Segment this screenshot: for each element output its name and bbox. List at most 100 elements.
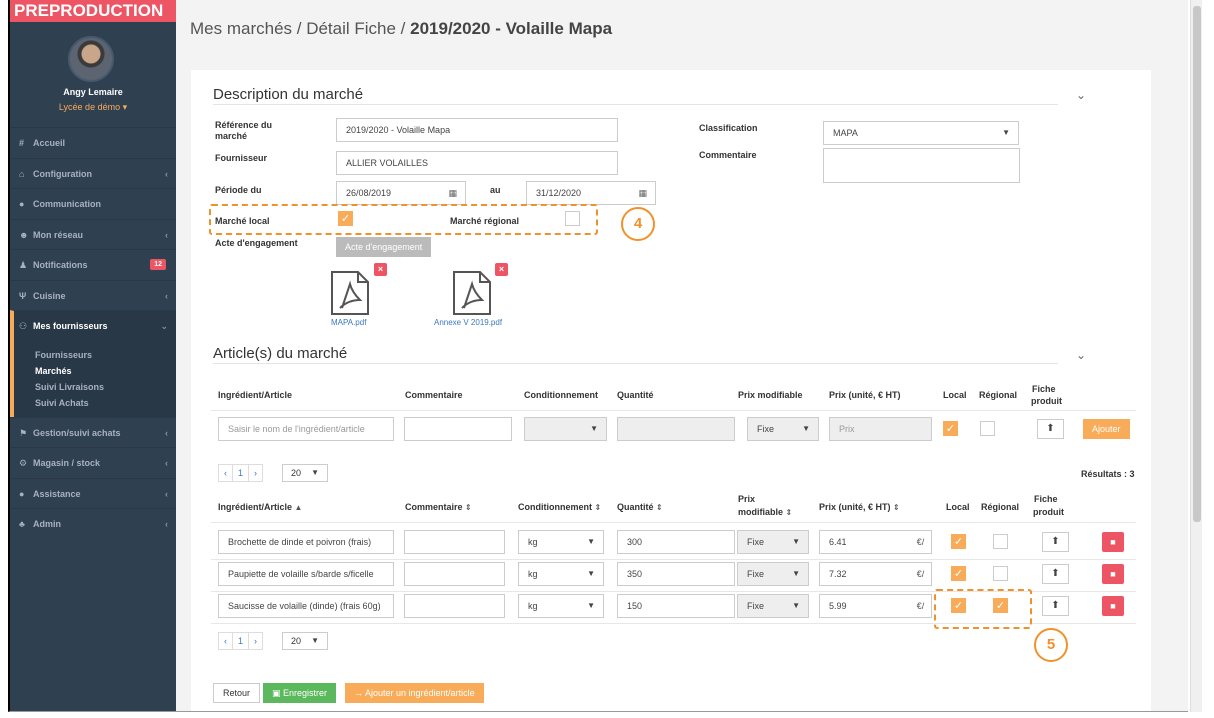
sidebar-item-mes-fournisseurs[interactable]: ⚇ Mes fournisseurs ⌄ — [10, 310, 176, 341]
row-prix-input[interactable]: 6.41 — [819, 530, 911, 554]
delete-file-icon[interactable]: × — [495, 263, 508, 276]
next-page-button[interactable]: › — [249, 465, 262, 481]
sort-quantite-label: Quantité — [617, 502, 654, 512]
pdf-file-icon[interactable] — [328, 270, 372, 316]
col-local-2: Local — [946, 502, 970, 512]
row-upload-fiche-button[interactable]: ⬆ — [1042, 596, 1069, 616]
scrollbar[interactable] — [1190, 0, 1202, 712]
row-delete-button[interactable]: ■ — [1102, 596, 1124, 616]
ajouter-button[interactable]: Ajouter — [1083, 419, 1130, 439]
prev-page-button[interactable]: ‹ — [219, 633, 233, 649]
sort-ingredient[interactable]: Ingrédient/Article ▲ — [218, 502, 302, 513]
sidebar-item-admin[interactable]: ♣ Admin ‹ — [10, 508, 176, 539]
reference-input[interactable]: 2019/2020 - Volaille Mapa — [336, 118, 618, 142]
school-selector[interactable]: Lycée de démo ▾ — [10, 102, 176, 113]
new-ingredient-input[interactable]: Saisir le nom de l'ingrédient/article — [218, 417, 394, 441]
row-delete-button[interactable]: ■ — [1102, 564, 1124, 584]
pdf-file-icon[interactable] — [450, 270, 494, 316]
sort-quantite[interactable]: Quantité ⇕ — [617, 502, 663, 513]
submenu-item[interactable]: Fournisseurs — [35, 347, 176, 363]
new-conditionnement-select[interactable]: ▼ — [524, 417, 607, 441]
collapse-articles-icon[interactable]: ⌄ — [1076, 348, 1086, 362]
ajouter-ingredient-button[interactable]: → Ajouter un ingrédient/article — [345, 683, 484, 703]
sidebar-item-gestion-suivi-achats[interactable]: ⚑ Gestion/suivi achats ‹ — [10, 416, 176, 448]
sidebar-item-communication[interactable]: ● Communication — [10, 188, 176, 219]
date-from-input[interactable]: 26/08/2019 ▦ — [336, 181, 466, 205]
page-size-select-bottom[interactable]: 20 ▼ — [282, 632, 328, 650]
chevron-icon: ‹ — [165, 519, 168, 529]
row-local-checkbox[interactable]: ✓ — [951, 566, 966, 581]
next-page-button[interactable]: › — [249, 633, 262, 649]
classification-select[interactable]: MAPA ▼ — [823, 121, 1019, 145]
new-prix-input[interactable]: Prix — [829, 417, 932, 441]
row-prix-input[interactable]: 5.99 — [819, 594, 911, 618]
row-local-checkbox[interactable]: ✓ — [951, 534, 966, 549]
upload-fiche-button[interactable]: ⬆ — [1037, 419, 1064, 439]
sort-prix[interactable]: Prix (unité, € HT) ⇕ — [819, 502, 900, 513]
row-upload-fiche-button[interactable]: ⬆ — [1042, 564, 1069, 584]
delete-file-icon[interactable]: × — [374, 263, 387, 276]
sidebar-item-cuisine[interactable]: Ψ Cuisine ‹ — [10, 279, 176, 311]
page-1-button[interactable]: 1 — [233, 465, 250, 481]
calendar-icon[interactable]: ▦ — [638, 182, 647, 204]
sidebar-item-accueil[interactable]: # Accueil — [10, 127, 176, 158]
row-quantite-input[interactable]: 350 — [617, 562, 735, 586]
sort-commentaire[interactable]: Commentaire ⇕ — [405, 502, 472, 513]
collapse-description-icon[interactable]: ⌄ — [1076, 88, 1086, 102]
row-regional-checkbox[interactable] — [993, 566, 1008, 581]
row-conditionnement-select[interactable]: kg ▼ — [518, 594, 604, 618]
sidebar-item-label: Assistance — [33, 488, 81, 499]
row-ingredient-input[interactable]: Saucisse de volaille (dinde) (frais 60g) — [218, 594, 394, 618]
new-regional-checkbox[interactable] — [980, 421, 995, 436]
new-commentaire-input[interactable] — [404, 417, 512, 441]
sidebar-item-configuration[interactable]: ⌂ Configuration ‹ — [10, 157, 176, 189]
row-prix-type-select[interactable]: Fixe ▼ — [737, 594, 809, 618]
file-name[interactable]: MAPA.pdf — [331, 318, 366, 327]
avatar[interactable] — [68, 36, 114, 82]
row-upload-fiche-button[interactable]: ⬆ — [1042, 532, 1069, 552]
submenu-item[interactable]: Suivi Livraisons — [35, 379, 176, 395]
row-commentaire-input[interactable] — [404, 562, 505, 586]
page-size-select[interactable]: 20 ▼ — [282, 464, 328, 482]
commentaire-textarea[interactable] — [823, 148, 1020, 183]
row-regional-checkbox[interactable] — [993, 534, 1008, 549]
row-commentaire-input[interactable] — [404, 594, 505, 618]
sort-prix-modifiable-line2[interactable]: modifiable ⇕ — [738, 507, 792, 518]
row-quantite-input[interactable]: 300 — [617, 530, 735, 554]
new-local-checkbox[interactable]: ✓ — [943, 421, 958, 436]
row-prix-type-select[interactable]: Fixe ▼ — [737, 530, 809, 554]
row-conditionnement-select[interactable]: kg ▼ — [518, 530, 604, 554]
sort-conditionnement[interactable]: Conditionnement ⇕ — [518, 502, 601, 513]
page-1-button[interactable]: 1 — [233, 633, 250, 649]
retour-button[interactable]: Retour — [213, 683, 261, 703]
row-ingredient-input[interactable]: Paupiette de volaille s/barde s/ficelle — [218, 562, 394, 586]
row-prix-type-select[interactable]: Fixe ▼ — [737, 562, 809, 586]
sidebar-item-notifications[interactable]: ♟ Notifications 12 — [10, 249, 176, 280]
col-local: Local — [943, 390, 967, 400]
date-to-input[interactable]: 31/12/2020 ▦ — [526, 181, 656, 205]
submenu-item[interactable]: Marchés — [35, 363, 176, 379]
row-prix-input[interactable]: 7.32 — [819, 562, 911, 586]
enregistrer-button[interactable]: ▣ Enregistrer — [263, 683, 337, 703]
submenu-item[interactable]: Suivi Achats — [35, 395, 176, 411]
section-articles-title: Article(s) du marché — [213, 345, 1058, 364]
scrollbar-thumb[interactable] — [1193, 6, 1201, 522]
sidebar-item-magasin-stock[interactable]: ⚙ Magasin / stock ‹ — [10, 447, 176, 478]
row-ingredient-input[interactable]: Brochette de dinde et poivron (frais) — [218, 530, 394, 554]
sidebar-icon: ♟ — [19, 260, 28, 270]
new-quantite-input[interactable] — [617, 417, 735, 441]
calendar-icon[interactable]: ▦ — [448, 182, 457, 204]
row-quantite-input[interactable]: 150 — [617, 594, 735, 618]
file-name[interactable]: Annexe V 2019.pdf — [434, 318, 502, 327]
sidebar-item-assistance[interactable]: ● Assistance ‹ — [10, 477, 176, 509]
sidebar-item-mon-r-seau[interactable]: ☻ Mon réseau ‹ — [10, 218, 176, 250]
row-delete-button[interactable]: ■ — [1102, 532, 1124, 552]
acte-engagement-button[interactable]: Acte d'engagement — [336, 237, 432, 257]
sort-prix-modifiable-line1[interactable]: Prix — [738, 494, 755, 505]
row-commentaire-input[interactable] — [404, 530, 505, 554]
prev-page-button[interactable]: ‹ — [219, 465, 233, 481]
sidebar-item-label: Notifications — [33, 260, 88, 270]
new-prix-type-select[interactable]: Fixe ▼ — [747, 417, 819, 441]
row-conditionnement-select[interactable]: kg ▼ — [518, 562, 604, 586]
fournisseur-input[interactable]: ALLIER VOLAILLES — [336, 151, 618, 175]
